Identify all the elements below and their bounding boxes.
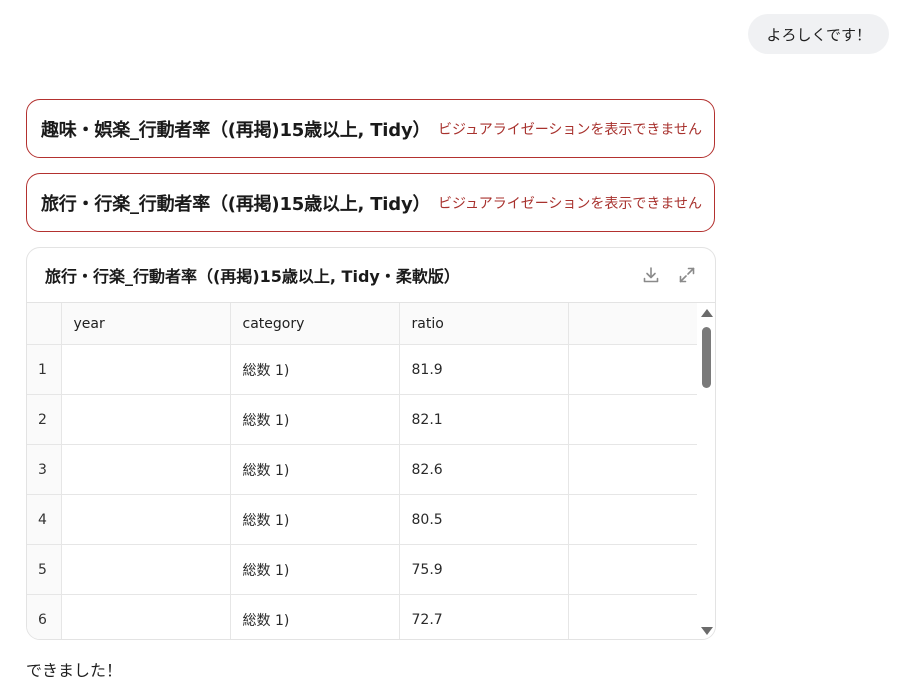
table-card-title: 旅行・行楽_行動者率（(再掲)15歳以上, Tidy・柔軟版） [45, 267, 460, 286]
visualization-error-card[interactable]: 旅行・行楽_行動者率（(再掲)15歳以上, Tidy） ビジュアライゼーションを… [26, 173, 715, 232]
user-message-bubble: よろしくです！ [748, 14, 889, 54]
cell-year [61, 544, 231, 595]
column-header-year[interactable]: year [61, 303, 231, 345]
cell-ratio: 80.5 [399, 494, 569, 545]
cell-ratio: 82.6 [399, 444, 569, 495]
assistant-message-text: できました！ [26, 661, 123, 680]
table-row: 2 総数 1) 82.1 [27, 394, 699, 445]
table-row: 5 総数 1) 75.9 [27, 544, 699, 595]
table-scroll-area[interactable]: year category ratio 1 総数 1) 81.9 2 総数 1)… [27, 303, 699, 639]
table-row: 3 総数 1) 82.6 [27, 444, 699, 495]
table-header-row: year category ratio [27, 303, 699, 345]
cell-category: 総数 1) [230, 344, 400, 395]
cell-category: 総数 1) [230, 394, 400, 445]
scrollbar-thumb[interactable] [702, 327, 711, 388]
cell-empty [568, 594, 699, 639]
error-card-title: 旅行・行楽_行動者率（(再掲)15歳以上, Tidy） [41, 193, 431, 215]
expand-icon[interactable] [677, 265, 697, 285]
cell-empty [568, 344, 699, 395]
column-header-category[interactable]: category [230, 303, 400, 345]
table-row: 6 総数 1) 72.7 [27, 594, 699, 639]
cell-year [61, 444, 231, 495]
row-index: 6 [27, 594, 62, 639]
data-table: year category ratio 1 総数 1) 81.9 2 総数 1)… [27, 303, 699, 639]
cell-year [61, 494, 231, 545]
cell-empty [568, 494, 699, 545]
cell-ratio: 82.1 [399, 394, 569, 445]
cell-empty [568, 444, 699, 495]
row-index: 1 [27, 344, 62, 395]
cell-year [61, 394, 231, 445]
cell-category: 総数 1) [230, 444, 400, 495]
cell-year [61, 594, 231, 639]
data-table-card: 旅行・行楽_行動者率（(再掲)15歳以上, Tidy・柔軟版） year cat… [26, 247, 716, 640]
column-header-ratio[interactable]: ratio [399, 303, 569, 345]
cell-ratio: 81.9 [399, 344, 569, 395]
download-icon[interactable] [641, 265, 661, 285]
cell-category: 総数 1) [230, 544, 400, 595]
table-row: 4 総数 1) 80.5 [27, 494, 699, 545]
cell-empty [568, 544, 699, 595]
vertical-scrollbar[interactable] [697, 303, 715, 639]
cell-empty [568, 394, 699, 445]
error-card-message: ビジュアライゼーションを表示できません [437, 195, 702, 212]
error-card-message: ビジュアライゼーションを表示できません [437, 121, 702, 138]
row-index: 2 [27, 394, 62, 445]
cell-ratio: 72.7 [399, 594, 569, 639]
table-card-toolbar [641, 265, 697, 285]
scroll-down-arrow-icon[interactable] [701, 627, 713, 635]
scroll-up-arrow-icon[interactable] [701, 309, 713, 317]
visualization-error-card[interactable]: 趣味・娯楽_行動者率（(再掲)15歳以上, Tidy） ビジュアライゼーションを… [26, 99, 715, 158]
row-index: 5 [27, 544, 62, 595]
cell-year [61, 344, 231, 395]
table-row: 1 総数 1) 81.9 [27, 344, 699, 395]
cell-ratio: 75.9 [399, 544, 569, 595]
cell-category: 総数 1) [230, 494, 400, 545]
column-header-empty [568, 303, 699, 345]
table-card-header: 旅行・行楽_行動者率（(再掲)15歳以上, Tidy・柔軟版） [27, 248, 715, 303]
row-index: 4 [27, 494, 62, 545]
chat-page: よろしくです！ 趣味・娯楽_行動者率（(再掲)15歳以上, Tidy） ビジュア… [0, 0, 905, 687]
index-header [27, 303, 62, 345]
cell-category: 総数 1) [230, 594, 400, 639]
error-card-title: 趣味・娯楽_行動者率（(再掲)15歳以上, Tidy） [41, 119, 431, 141]
row-index: 3 [27, 444, 62, 495]
